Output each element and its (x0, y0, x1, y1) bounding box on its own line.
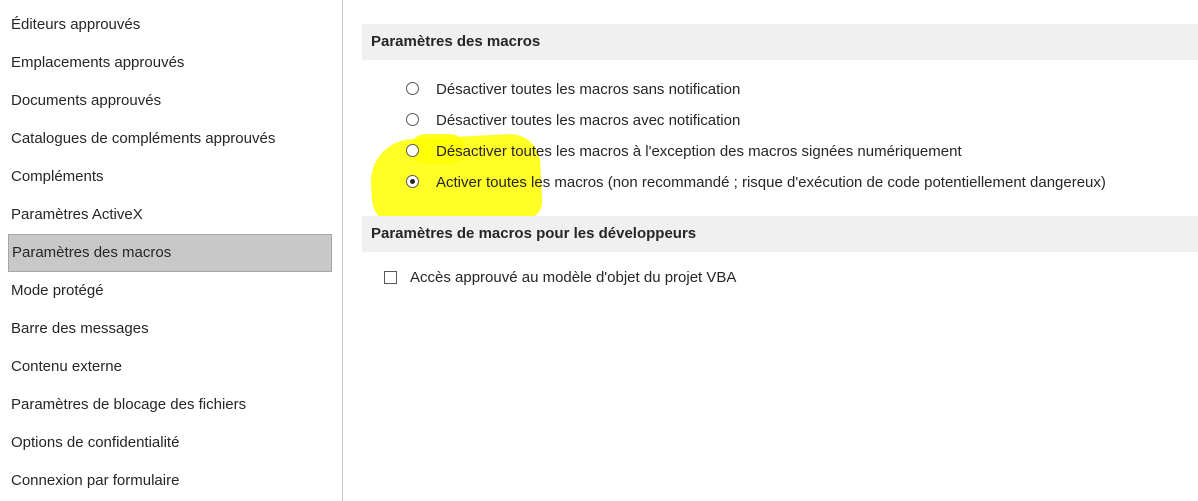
developer-settings-header: Paramètres de macros pour les développeu… (362, 216, 1198, 252)
radio-button[interactable] (406, 113, 419, 126)
sidebar-list: Éditeurs approuvés Emplacements approuvé… (0, 0, 342, 500)
checkbox[interactable] (384, 271, 397, 284)
radio-button[interactable] (406, 82, 419, 95)
sidebar-item-privacy-options[interactable]: Options de confidentialité (8, 424, 332, 462)
main-panel: Paramètres des macros Désactiver toutes … (362, 0, 1198, 501)
sidebar-item-trusted-documents[interactable]: Documents approuvés (8, 82, 332, 120)
sidebar-item-trusted-locations[interactable]: Emplacements approuvés (8, 44, 332, 82)
option-label: Désactiver toutes les macros sans notifi… (436, 81, 741, 98)
vba-object-model-access-option[interactable]: Accès approuvé au modèle d'objet du proj… (384, 267, 1198, 289)
option-label: Désactiver toutes les macros avec notifi… (436, 112, 741, 129)
radio-button-selected[interactable] (406, 175, 419, 188)
sidebar-item-trusted-publishers[interactable]: Éditeurs approuvés (8, 6, 332, 44)
sidebar: Éditeurs approuvés Emplacements approuvé… (0, 0, 343, 501)
option-disable-with-notification[interactable]: Désactiver toutes les macros avec notifi… (406, 105, 1198, 136)
sidebar-item-activex-settings[interactable]: Paramètres ActiveX (8, 196, 332, 234)
macro-settings-header: Paramètres des macros (362, 24, 1198, 60)
option-disable-except-signed[interactable]: Désactiver toutes les macros à l'excepti… (406, 136, 1198, 167)
sidebar-item-trusted-addin-catalogs[interactable]: Catalogues de compléments approuvés (8, 120, 332, 158)
option-label: Désactiver toutes les macros à l'excepti… (436, 143, 962, 160)
option-enable-all-macros[interactable]: Activer toutes les macros (non recommand… (406, 167, 1198, 198)
radio-button[interactable] (406, 144, 419, 157)
sidebar-item-macro-settings[interactable]: Paramètres des macros (8, 234, 332, 272)
checkbox-label: Accès approuvé au modèle d'objet du proj… (410, 269, 737, 286)
option-label: Activer toutes les macros (non recommand… (436, 174, 1106, 191)
macro-options-group: Désactiver toutes les macros sans notifi… (362, 60, 1198, 198)
sidebar-item-external-content[interactable]: Contenu externe (8, 348, 332, 386)
option-disable-without-notification[interactable]: Désactiver toutes les macros sans notifi… (406, 74, 1198, 105)
sidebar-item-addins[interactable]: Compléments (8, 158, 332, 196)
sidebar-item-file-block-settings[interactable]: Paramètres de blocage des fichiers (8, 386, 332, 424)
sidebar-item-message-bar[interactable]: Barre des messages (8, 310, 332, 348)
sidebar-item-form-based-sign-in[interactable]: Connexion par formulaire (8, 462, 332, 500)
sidebar-item-protected-view[interactable]: Mode protégé (8, 272, 332, 310)
trust-center-macro-settings: Éditeurs approuvés Emplacements approuvé… (0, 0, 1198, 501)
